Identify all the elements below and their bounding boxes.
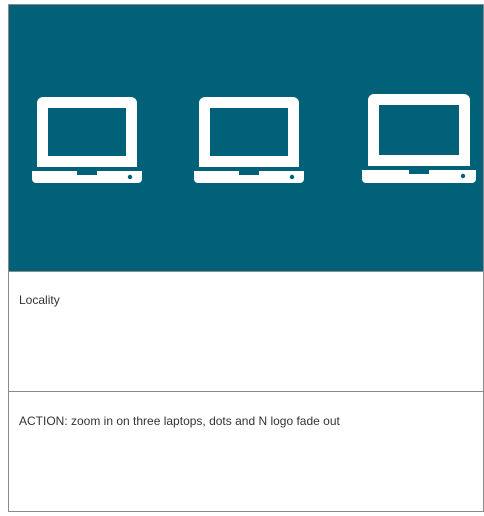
scene-label-row: Locality xyxy=(9,271,483,391)
storyboard-frame xyxy=(9,5,483,271)
storyboard-card: Locality ACTION: zoom in on three laptop… xyxy=(8,4,484,512)
action-note-row: ACTION: zoom in on three laptops, dots a… xyxy=(9,391,483,511)
laptop-icon xyxy=(362,94,476,183)
laptop-icon xyxy=(194,97,304,183)
laptop-icon xyxy=(32,97,142,183)
action-note: ACTION: zoom in on three laptops, dots a… xyxy=(19,414,340,428)
scene-label: Locality xyxy=(19,293,60,307)
